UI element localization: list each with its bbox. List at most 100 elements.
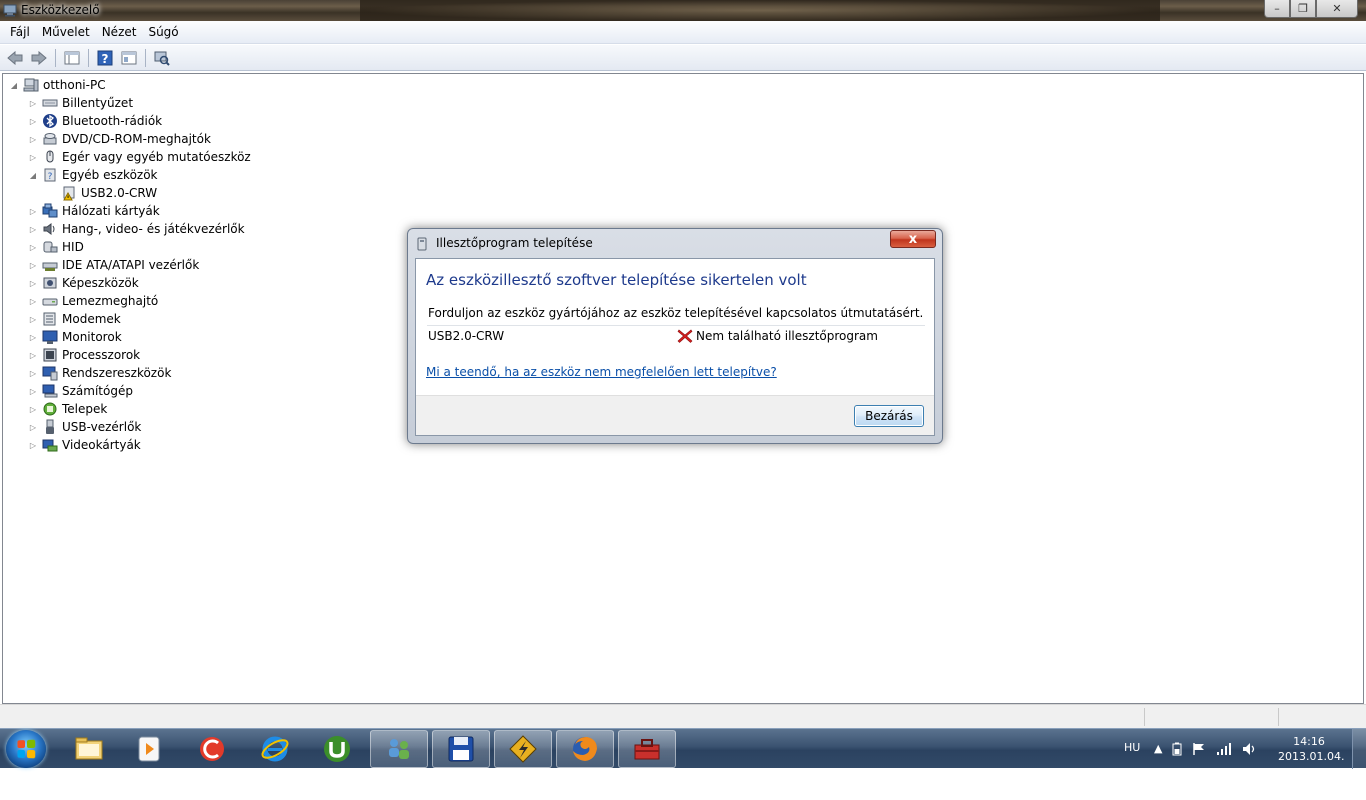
driver-install-dialog: Illesztőprogram telepítése x Az eszközil…	[407, 228, 943, 444]
tree-item[interactable]: ▷ Hálózati kártyák	[9, 202, 251, 220]
utorrent-icon[interactable]	[308, 730, 366, 768]
expand-icon[interactable]: ▷	[28, 368, 38, 378]
tray-expand-icon[interactable]: ▲	[1154, 742, 1162, 756]
tree-item[interactable]: ▷ DVD/CD-ROM-meghajtók	[9, 130, 251, 148]
expand-icon[interactable]: ▷	[28, 134, 38, 144]
menu-file[interactable]: Fájl	[4, 25, 36, 39]
expand-icon[interactable]: ▷	[28, 206, 38, 216]
computer-icon	[42, 383, 58, 399]
scan-hardware-icon[interactable]	[151, 47, 173, 69]
tree-item-label: Egyéb eszközök	[62, 168, 158, 182]
unknown-device-icon: ?	[42, 167, 58, 183]
floppy-save-icon[interactable]	[432, 730, 490, 768]
keyboard-icon	[42, 95, 58, 111]
dvd-drive-icon	[42, 131, 58, 147]
expand-icon[interactable]: ▷	[28, 296, 38, 306]
tree-item-label: IDE ATA/ATAPI vezérlők	[62, 258, 200, 272]
tree-item-label: DVD/CD-ROM-meghajtók	[62, 132, 211, 146]
tree-item[interactable]: ▷ Hang-, video- és játékvezérlők	[9, 220, 251, 238]
modem-icon	[42, 311, 58, 327]
language-indicator[interactable]: HU	[1124, 741, 1140, 754]
tree-item[interactable]: ▷ IDE ATA/ATAPI vezérlők	[9, 256, 251, 274]
clock[interactable]: 14:16 2013.01.04.	[1278, 734, 1344, 764]
expand-icon[interactable]: ▷	[28, 116, 38, 126]
action-center-flag-icon[interactable]	[1192, 742, 1206, 756]
tree-item[interactable]: ▷ Videokártyák	[9, 436, 251, 454]
tree-item[interactable]: ▷ Lemezmeghajtó	[9, 292, 251, 310]
menu-view[interactable]: Nézet	[96, 25, 143, 39]
expand-icon[interactable]: ▷	[28, 98, 38, 108]
expand-icon[interactable]: ▷	[28, 152, 38, 162]
tree-item-label: Hálózati kártyák	[62, 204, 160, 218]
tree-item[interactable]: ▷ USB-vezérlők	[9, 418, 251, 436]
network-users-icon[interactable]	[370, 730, 428, 768]
tree-item-label: Egér vagy egyéb mutatóeszköz	[62, 150, 251, 164]
tree-item[interactable]: ▷ HID	[9, 238, 251, 256]
tree-item[interactable]: ▷ Billentyűzet	[9, 94, 251, 112]
tree-item[interactable]: ◢? Egyéb eszközök	[9, 166, 251, 184]
expand-icon[interactable]: ▷	[28, 350, 38, 360]
expand-icon[interactable]: ▷	[28, 260, 38, 270]
winamp-icon[interactable]	[494, 730, 552, 768]
expand-icon[interactable]: ▷	[28, 278, 38, 288]
battery-tray-icon[interactable]	[1172, 742, 1182, 756]
dialog-close-button[interactable]: x	[890, 230, 936, 248]
dialog-divider	[427, 325, 925, 326]
ide-controller-icon	[42, 257, 58, 273]
start-button[interactable]	[6, 730, 46, 768]
tree-item-label: Modemek	[62, 312, 121, 326]
expand-icon[interactable]: ▷	[28, 404, 38, 414]
network-signal-icon[interactable]	[1216, 742, 1232, 756]
help-icon[interactable]: ?	[94, 47, 116, 69]
expand-icon[interactable]: ▷	[28, 242, 38, 252]
tree-item[interactable]: ▷ Egér vagy egyéb mutatóeszköz	[9, 148, 251, 166]
window-title-bar[interactable]: Eszközkezelő – ❐ ✕	[0, 0, 1366, 21]
show-hide-console-tree-icon[interactable]	[61, 47, 83, 69]
hid-icon	[42, 239, 58, 255]
show-desktop-button[interactable]	[1352, 729, 1366, 769]
expand-icon[interactable]: ▷	[28, 332, 38, 342]
tree-item[interactable]: ▷ Processzorok	[9, 346, 251, 364]
expand-icon[interactable]: ▷	[28, 314, 38, 324]
tree-item[interactable]: ▷ Rendszereszközök	[9, 364, 251, 382]
help-link[interactable]: Mi a teendő, ha az eszköz nem megfelelőe…	[426, 365, 777, 379]
firefox-icon[interactable]	[556, 730, 614, 768]
dialog-title: Illesztőprogram telepítése	[436, 236, 593, 250]
menu-help[interactable]: Súgó	[142, 25, 184, 39]
tree-item[interactable]: ▷ Számítógép	[9, 382, 251, 400]
expand-icon[interactable]: ▷	[28, 224, 38, 234]
tree-item-label: Telepek	[62, 402, 108, 416]
imaging-device-icon	[42, 275, 58, 291]
tree-child-item[interactable]: USB2.0-CRW	[9, 184, 251, 202]
bluetooth-icon	[42, 113, 58, 129]
close-window-button[interactable]: ✕	[1316, 0, 1358, 18]
tree-item[interactable]: ▷ Telepek	[9, 400, 251, 418]
expand-icon[interactable]: ▷	[28, 440, 38, 450]
tree-item[interactable]: ▷ Monitorok	[9, 328, 251, 346]
expand-icon[interactable]: ◢	[28, 170, 38, 180]
tree-root[interactable]: ◢ otthoni-PC	[9, 76, 251, 94]
tree-item[interactable]: ▷ Modemek	[9, 310, 251, 328]
expand-icon[interactable]: ▷	[28, 386, 38, 396]
maximize-button[interactable]: ❐	[1290, 0, 1316, 18]
close-dialog-button[interactable]: Bezárás	[854, 405, 924, 427]
tree-item-label: Számítógép	[62, 384, 133, 398]
properties-icon[interactable]	[118, 47, 140, 69]
dialog-body: Az eszközillesztő szoftver telepítése si…	[415, 258, 935, 436]
volume-icon[interactable]	[1242, 742, 1258, 756]
processor-icon	[42, 347, 58, 363]
tree-item[interactable]: ▷ Bluetooth-rádiók	[9, 112, 251, 130]
forward-arrow-icon[interactable]	[28, 47, 50, 69]
back-arrow-icon[interactable]	[4, 47, 26, 69]
tree-item-label: Processzorok	[62, 348, 141, 362]
menu-action[interactable]: Művelet	[36, 25, 96, 39]
tree-item[interactable]: ▷ Képeszközök	[9, 274, 251, 292]
minimize-button[interactable]: –	[1264, 0, 1290, 18]
internet-explorer-icon[interactable]	[246, 730, 304, 768]
explorer-icon[interactable]	[60, 730, 118, 768]
ccleaner-icon[interactable]	[183, 730, 241, 768]
expand-icon[interactable]: ▷	[28, 422, 38, 432]
toolbox-icon[interactable]	[618, 730, 676, 768]
media-player-icon[interactable]	[120, 730, 178, 768]
collapse-icon[interactable]: ◢	[9, 80, 19, 90]
